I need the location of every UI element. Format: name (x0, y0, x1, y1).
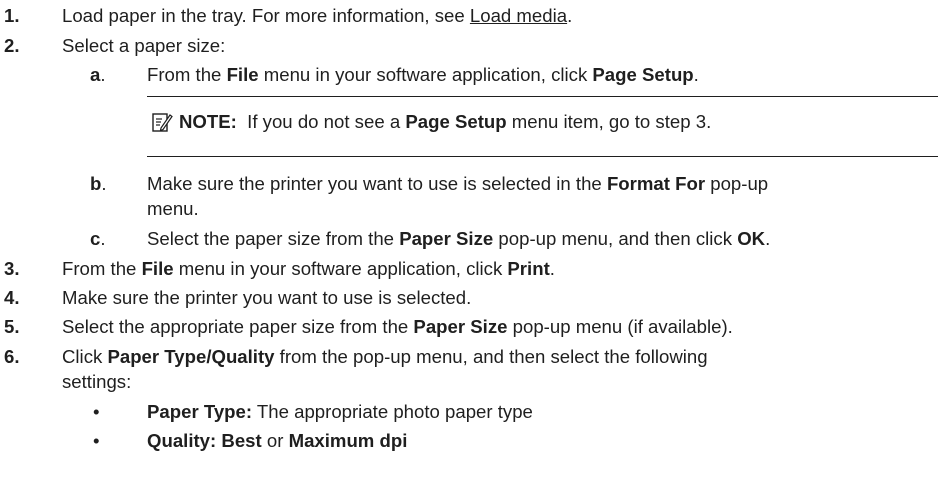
step-text: Make sure the printer you want to use is… (62, 287, 472, 308)
bold-term: Print (507, 258, 550, 279)
text-part: menu in your software application, click (173, 258, 508, 279)
text-part: . (693, 64, 699, 85)
text-part: from the pop-up menu, and then select th… (274, 346, 708, 367)
note-text: NOTE: If you do not see a Page Setup men… (179, 111, 711, 133)
step-text: From the File menu in your software appl… (62, 258, 555, 280)
substep-letter: a. (90, 64, 106, 86)
bold-term: Page Setup (405, 111, 507, 132)
text-part: Select the appropriate paper size from t… (62, 316, 414, 337)
step-number: 6. (4, 346, 20, 367)
bold-term: Format For (606, 173, 706, 194)
step-6-line2: settings: (62, 371, 132, 392)
text-part: Click (62, 346, 108, 367)
text-part: . (549, 258, 555, 279)
text-part: menu item, go to step 3. (506, 111, 712, 132)
bullet-mark: • (93, 430, 100, 451)
text-part: If you do not see a (236, 111, 406, 132)
bold-term: Best (221, 430, 262, 451)
step-text: Load paper in the tray. For more informa… (62, 5, 572, 27)
substep-letter-text: c (90, 228, 101, 249)
note-top-rule (147, 96, 938, 97)
text-part: pop-up menu (if available). (507, 316, 733, 337)
text-part: Select the paper size from the (147, 228, 400, 249)
substep-letter: b. (90, 173, 107, 195)
bold-term: Paper Type: (147, 401, 253, 422)
substep-letter: c. (90, 228, 106, 250)
substep-letter-dot: . (101, 173, 107, 194)
step-number: 3. (4, 258, 20, 279)
bold-term: Paper Type/Quality (107, 346, 275, 367)
step-text: Click Paper Type/Quality from the pop-up… (62, 346, 708, 368)
substep-text: From the File menu in your software appl… (147, 64, 699, 86)
substep-letter-text: a (90, 64, 101, 85)
note-pencil-icon (152, 113, 173, 132)
substep-letter-text: b (90, 173, 102, 194)
step-number: 5. (4, 316, 20, 337)
step-text-part: . (567, 5, 573, 26)
note-bottom-rule (147, 156, 938, 157)
note-label: NOTE: (179, 111, 237, 132)
text-part: From the (62, 258, 142, 279)
bold-term: File (226, 64, 259, 85)
step-text: Select the appropriate paper size from t… (62, 316, 733, 338)
text-part: The appropriate photo paper type (252, 401, 533, 422)
text-part: pop-up menu, and then click (493, 228, 738, 249)
step-number: 4. (4, 287, 20, 308)
step-text-part: Load paper in the tray. For more informa… (62, 5, 470, 26)
text-part: Make sure the printer you want to use is… (147, 173, 607, 194)
substep-letter-dot: . (100, 64, 106, 85)
bold-term: Page Setup (592, 64, 694, 85)
step-number: 1. (4, 5, 20, 26)
bullet-text: Paper Type: The appropriate photo paper … (147, 401, 533, 423)
substep-b-line2: menu. (147, 198, 199, 219)
bullet-mark: • (93, 401, 100, 422)
step-text: Select a paper size: (62, 35, 226, 56)
text-part: . (765, 228, 771, 249)
load-media-link[interactable]: Load media (470, 5, 567, 26)
substep-letter-dot: . (100, 228, 106, 249)
bullet-text: Quality: Best or Maximum dpi (147, 430, 407, 452)
text-part: From the (147, 64, 227, 85)
bold-term: Maximum dpi (288, 430, 408, 451)
bold-term: Paper Size (413, 316, 508, 337)
substep-text: Make sure the printer you want to use is… (147, 173, 768, 195)
bold-term: Paper Size (399, 228, 494, 249)
text-part: menu in your software application, click (258, 64, 593, 85)
substep-text: Select the paper size from the Paper Siz… (147, 228, 770, 250)
bold-term: File (141, 258, 174, 279)
text-part: pop-up (705, 173, 769, 194)
bold-term: Quality: (147, 430, 217, 451)
step-number: 2. (4, 35, 20, 56)
bold-term: OK (737, 228, 766, 249)
text-part: or (261, 430, 289, 451)
